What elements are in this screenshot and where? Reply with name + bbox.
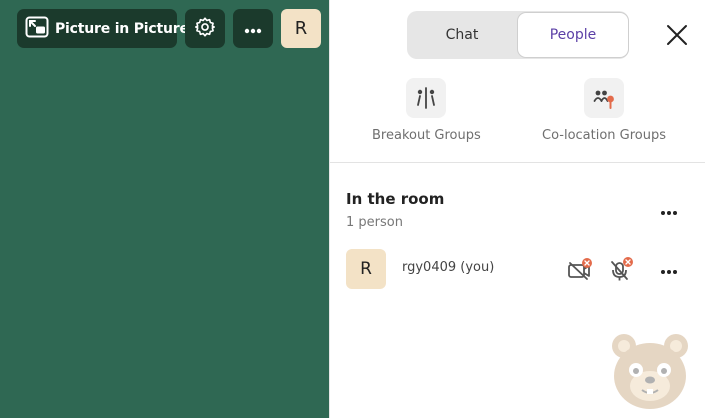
panel-tabs: Chat People xyxy=(407,11,629,59)
breakout-groups-button[interactable]: Breakout Groups xyxy=(372,78,481,143)
room-count: 1 person xyxy=(346,215,403,230)
picture-in-picture-icon xyxy=(25,16,49,42)
room-more-button[interactable] xyxy=(656,200,682,220)
people-panel: Chat People Breakout Groups Co-location … xyxy=(329,0,705,418)
participant-avatar: R xyxy=(346,249,386,289)
mic-off-icon xyxy=(609,256,635,282)
colocation-icon xyxy=(584,78,625,118)
close-panel-button[interactable] xyxy=(664,22,690,48)
more-icon xyxy=(660,201,678,220)
colocation-groups-label: Co-location Groups xyxy=(542,128,667,143)
tab-people[interactable]: People xyxy=(517,12,629,58)
camera-off-icon xyxy=(567,257,595,281)
user-avatar[interactable]: R xyxy=(281,9,321,48)
bear-watermark xyxy=(608,330,692,414)
breakout-groups-label: Breakout Groups xyxy=(372,128,481,143)
more-options-button[interactable] xyxy=(233,9,273,48)
settings-button[interactable] xyxy=(185,9,225,48)
participant-more-button[interactable] xyxy=(656,259,682,279)
breakout-icon xyxy=(406,78,447,118)
participant-row: R rgy0409 (you) xyxy=(346,249,690,289)
colocation-groups-button[interactable]: Co-location Groups xyxy=(542,78,666,143)
video-stage: Picture in Picture R xyxy=(0,0,329,418)
room-title: In the room xyxy=(346,190,445,208)
tab-chat[interactable]: Chat xyxy=(407,11,517,59)
more-icon xyxy=(244,19,262,38)
divider xyxy=(330,162,705,163)
more-icon xyxy=(660,260,678,279)
gear-icon xyxy=(194,16,216,42)
picture-in-picture-label: Picture in Picture xyxy=(55,20,189,37)
picture-in-picture-button[interactable]: Picture in Picture xyxy=(17,9,189,48)
close-icon xyxy=(664,25,690,52)
participant-name: rgy0409 (you) xyxy=(402,260,495,275)
